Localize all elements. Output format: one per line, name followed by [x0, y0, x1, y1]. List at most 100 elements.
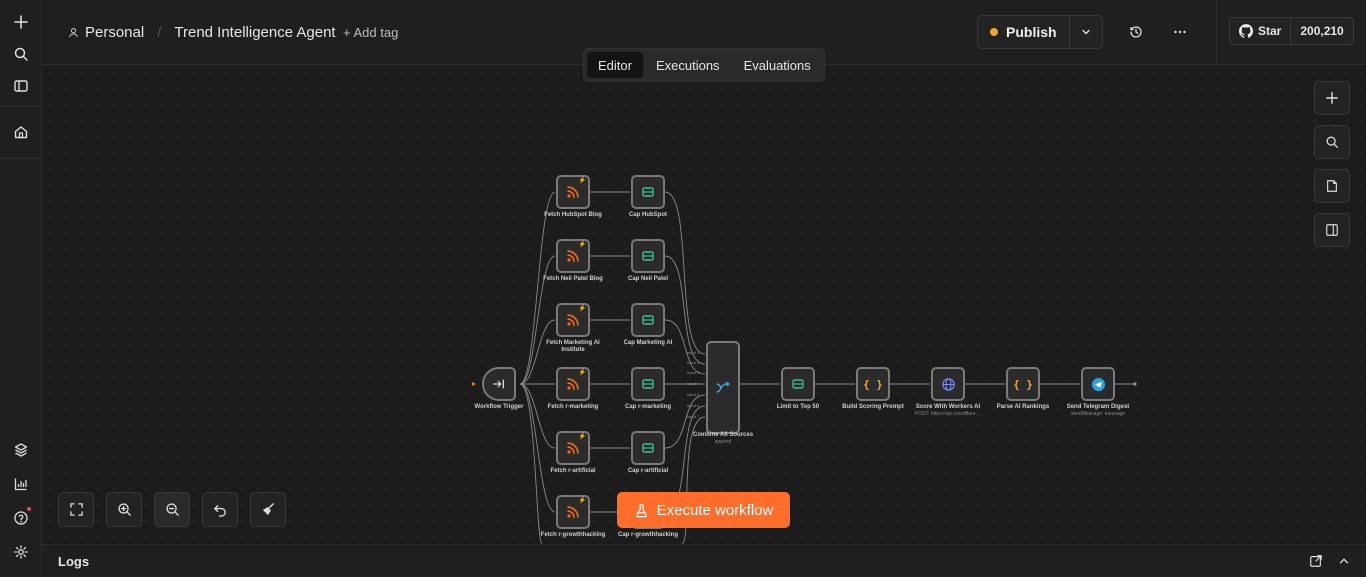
tab-executions[interactable]: Executions: [645, 52, 731, 78]
fetch-node[interactable]: ⚡: [556, 175, 590, 209]
github-star-button[interactable]: Star: [1230, 18, 1292, 44]
zoom-in-button[interactable]: [106, 492, 142, 527]
node-label: Cap Marketing AI: [623, 340, 673, 346]
workflow-canvas[interactable]: Workflow Trigger ⚡ Fetch HubSpot Blog ⚡ …: [42, 65, 1366, 544]
node-label: Send Telegram Digest: [1066, 404, 1130, 410]
zoom-out-button[interactable]: [154, 492, 190, 527]
limit-icon: [792, 379, 804, 389]
zoom-in-icon: [117, 503, 131, 516]
github-star-group: Star 200,210: [1229, 17, 1354, 45]
cap-node[interactable]: [631, 303, 665, 337]
publish-label: Publish: [1006, 24, 1057, 40]
settings-gear-icon[interactable]: [9, 540, 33, 564]
node-label: Cap r-artificial: [627, 468, 669, 474]
merge-input-label: Input 5: [687, 392, 700, 397]
pop-out-icon[interactable]: [1308, 553, 1324, 569]
fetch-node[interactable]: ⚡: [556, 239, 590, 273]
combine-all-sources-node[interactable]: [706, 341, 740, 434]
sidebar-toggle-icon[interactable]: [9, 74, 33, 98]
search-nodes-button[interactable]: [1314, 125, 1350, 159]
workflow-name[interactable]: Trend Intelligence Agent: [174, 24, 335, 41]
limit-icon: [642, 251, 654, 261]
tab-evaluations[interactable]: Evaluations: [733, 52, 822, 78]
fetch-node[interactable]: ⚡: [556, 495, 590, 529]
merge-input-label: Input 6: [687, 403, 700, 408]
merge-input-label: Input 2: [687, 360, 700, 365]
publish-button[interactable]: Publish: [978, 16, 1070, 48]
plus-icon[interactable]: [9, 10, 33, 34]
version-history-icon[interactable]: [1124, 20, 1148, 44]
fetch-node[interactable]: ⚡: [556, 303, 590, 337]
cap-node[interactable]: [631, 175, 665, 209]
add-tag-button[interactable]: + Add tag: [343, 25, 398, 40]
logs-panel-bar[interactable]: Logs: [42, 544, 1366, 577]
code-icon: { }: [1013, 377, 1033, 391]
limit-icon: [642, 443, 654, 453]
workflow-trigger-node[interactable]: [482, 367, 516, 401]
chevron-up-icon[interactable]: [1336, 553, 1352, 569]
merge-input-label: Input 7: [687, 414, 700, 419]
star-label: Star: [1258, 24, 1282, 38]
fetch-node[interactable]: ⚡: [556, 431, 590, 465]
publish-status-dot: [990, 28, 998, 36]
add-node-button[interactable]: [1314, 81, 1350, 115]
connection-lines: [472, 191, 1137, 544]
toggle-panel-button[interactable]: [1314, 213, 1350, 247]
rss-icon: [567, 186, 579, 198]
tab-editor[interactable]: Editor: [587, 52, 643, 78]
breadcrumb-separator: /: [157, 24, 162, 41]
fit-view-icon: [69, 503, 83, 516]
notification-dot: [27, 507, 31, 511]
user-icon: [69, 28, 78, 38]
build-scoring-prompt-node[interactable]: { }: [856, 367, 890, 401]
score-workers-ai-node[interactable]: [931, 367, 965, 401]
merge-input-label: Input 3: [687, 370, 700, 375]
header-divider: [1216, 0, 1217, 65]
merge-icon: [716, 381, 731, 393]
publish-group: Publish: [977, 15, 1103, 49]
cap-node[interactable]: [631, 367, 665, 401]
node-subtitle: POST: https://api.cloudflare....: [914, 411, 982, 417]
zoom-out-icon: [165, 503, 179, 516]
flask-icon: [635, 503, 647, 517]
node-label: Cap r-growthhacking: [617, 532, 678, 538]
limit-node[interactable]: [781, 367, 815, 401]
limit-icon: [642, 315, 654, 325]
star-count: 200,210: [1300, 24, 1344, 38]
project-link[interactable]: Personal: [85, 24, 144, 41]
execute-workflow-button[interactable]: Execute workflow: [617, 492, 790, 528]
tidy-up-button[interactable]: [250, 492, 286, 527]
templates-icon[interactable]: [9, 438, 33, 462]
fit-view-button[interactable]: [58, 492, 94, 527]
more-options-icon[interactable]: [1168, 20, 1192, 44]
merge-input-label: Input 4: [687, 381, 700, 386]
broom-icon: [262, 503, 274, 516]
execute-workflow-label: Execute workflow: [656, 501, 774, 519]
cap-node[interactable]: [631, 239, 665, 273]
parse-ai-rankings-node[interactable]: { }: [1006, 367, 1040, 401]
sticky-note-button[interactable]: [1314, 169, 1350, 203]
logs-title: Logs: [58, 554, 90, 569]
node-subtitle: append: [714, 439, 732, 445]
rail-divider: [0, 106, 42, 107]
send-telegram-node[interactable]: [1081, 367, 1115, 401]
home-icon[interactable]: [9, 120, 33, 144]
insights-icon[interactable]: [9, 472, 33, 496]
undo-icon: [213, 505, 226, 517]
help-icon[interactable]: [9, 506, 33, 530]
view-tabs: Editor Executions Evaluations: [583, 48, 825, 82]
undo-button[interactable]: [202, 492, 238, 527]
merge-input-label: Input 1: [687, 350, 700, 355]
fetch-node[interactable]: ⚡: [556, 367, 590, 401]
breadcrumb: Personal / Trend Intelligence Agent: [68, 24, 336, 41]
rss-icon: [567, 314, 579, 326]
rss-icon: [567, 378, 579, 390]
publish-dropdown-button[interactable]: [1070, 16, 1102, 48]
github-icon: [1239, 24, 1253, 38]
node-label: Cap Neil Patel: [627, 276, 668, 282]
telegram-icon: [1091, 377, 1105, 391]
rail-divider: [0, 158, 42, 159]
cap-node[interactable]: [631, 431, 665, 465]
search-icon[interactable]: [9, 42, 33, 66]
search-icon: [1326, 136, 1338, 148]
